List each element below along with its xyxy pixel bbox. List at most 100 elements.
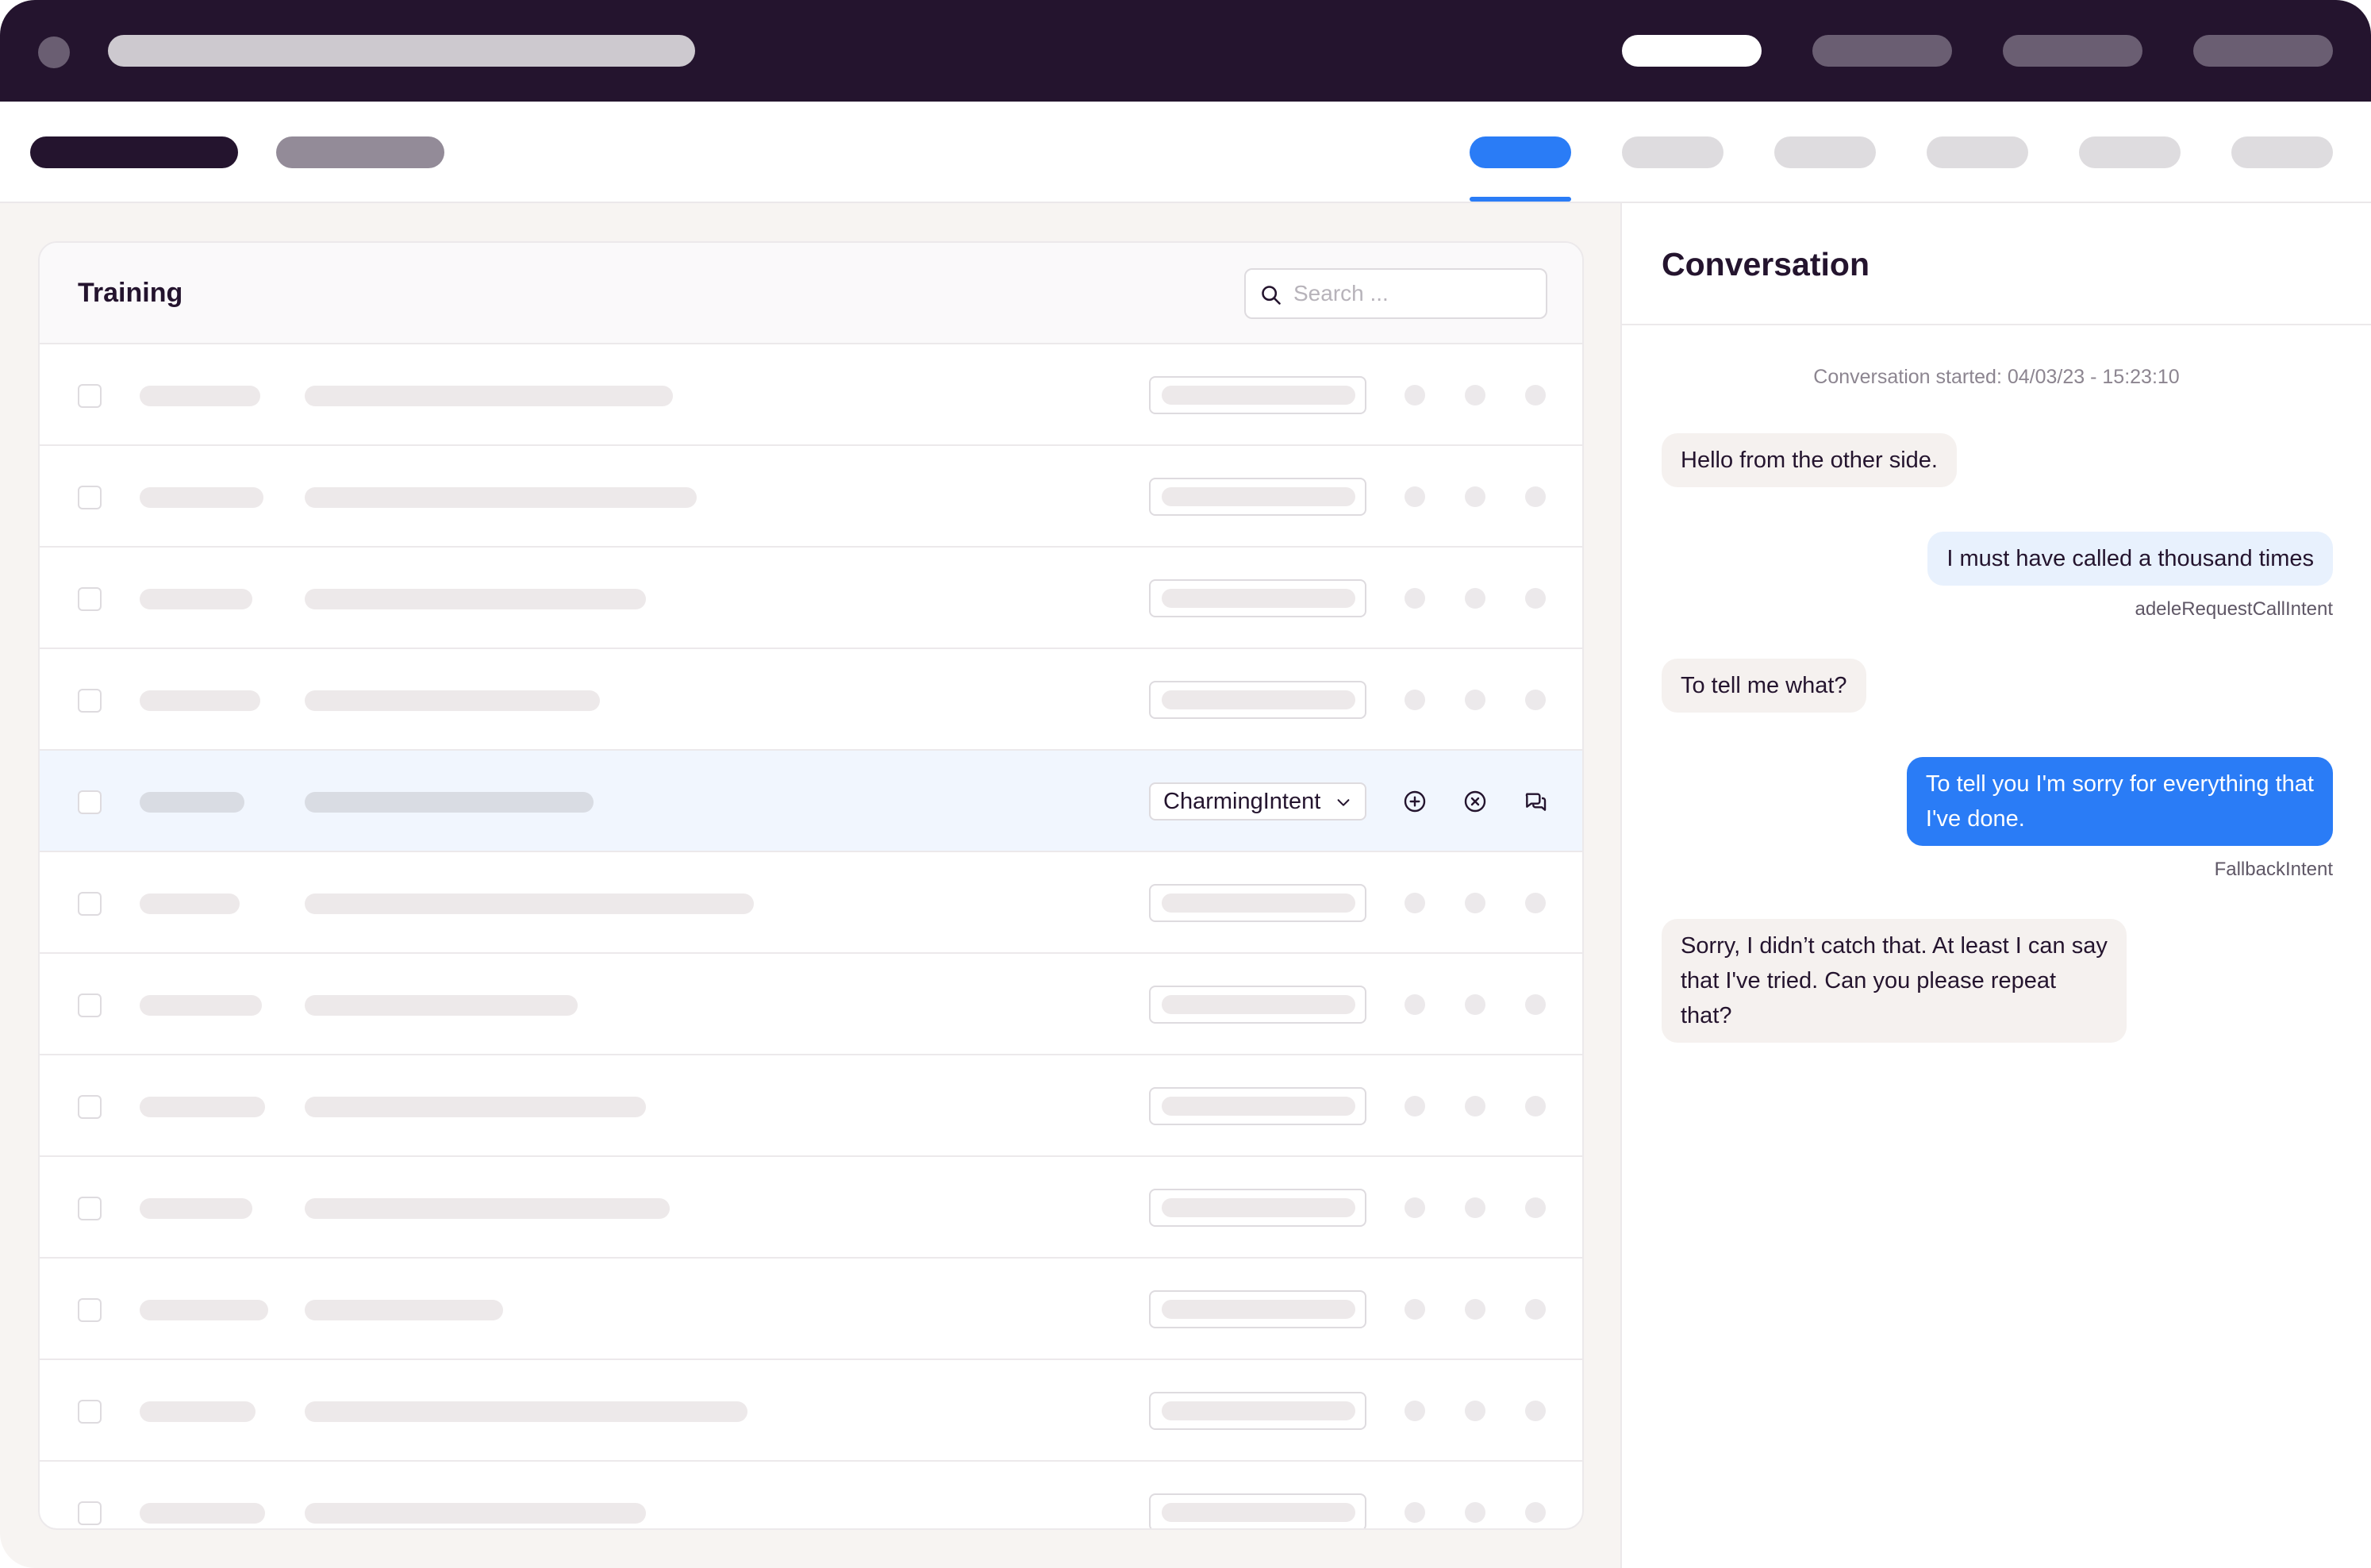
intent-placeholder — [1162, 386, 1355, 405]
intent-select[interactable] — [1149, 1493, 1366, 1528]
row-id-placeholder — [140, 1097, 265, 1117]
row-action-remove[interactable] — [1465, 1502, 1485, 1523]
training-card-header: Training — [40, 243, 1582, 344]
tab[interactable] — [2079, 136, 2181, 168]
row-action-remove[interactable] — [1465, 1299, 1485, 1320]
row-action-add[interactable] — [1405, 1401, 1425, 1421]
row-action-remove[interactable] — [1465, 1096, 1485, 1116]
row-action-remove[interactable] — [1465, 486, 1485, 507]
intent-select[interactable] — [1149, 1392, 1366, 1430]
row-action-remove[interactable] — [1465, 1197, 1485, 1218]
training-card: Training Search ... CharmingIntent — [38, 241, 1584, 1530]
search-input[interactable] — [1293, 278, 1531, 309]
top-nav-item[interactable] — [2193, 35, 2333, 67]
row-id-placeholder — [140, 1300, 268, 1320]
row-action-add[interactable] — [1405, 588, 1425, 609]
row-action-add[interactable] — [1405, 385, 1425, 405]
table-row[interactable] — [40, 344, 1582, 446]
message-incoming: Hello from the other side. — [1662, 433, 1957, 487]
tab[interactable] — [2231, 136, 2333, 168]
plus-circle-icon[interactable] — [1402, 789, 1428, 814]
row-checkbox[interactable] — [78, 1095, 102, 1119]
table-row[interactable] — [40, 954, 1582, 1055]
tab[interactable] — [1622, 136, 1723, 168]
table-row[interactable] — [40, 1259, 1582, 1360]
intent-select[interactable] — [1149, 1087, 1366, 1125]
row-action-conversation[interactable] — [1525, 385, 1546, 405]
intent-select[interactable] — [1149, 884, 1366, 922]
row-action-add[interactable] — [1405, 994, 1425, 1015]
intent-select[interactable] — [1149, 478, 1366, 516]
top-nav-item-active[interactable] — [1622, 35, 1762, 67]
chat-bubbles-icon[interactable] — [1523, 789, 1548, 814]
close-circle-icon[interactable] — [1462, 789, 1488, 814]
row-checkbox[interactable] — [78, 993, 102, 1017]
tab[interactable] — [1774, 136, 1876, 168]
table-row[interactable] — [40, 1360, 1582, 1462]
row-action-add[interactable] — [1405, 1096, 1425, 1116]
row-action-add[interactable] — [1405, 1197, 1425, 1218]
row-checkbox[interactable] — [78, 587, 102, 611]
intent-select[interactable] — [1149, 579, 1366, 617]
intent-select[interactable]: CharmingIntent — [1149, 782, 1366, 821]
row-action-conversation[interactable] — [1525, 1096, 1546, 1116]
intent-select[interactable] — [1149, 681, 1366, 719]
table-row[interactable] — [40, 852, 1582, 954]
intent-select[interactable] — [1149, 376, 1366, 414]
row-checkbox[interactable] — [78, 1501, 102, 1525]
row-action-remove[interactable] — [1465, 385, 1485, 405]
row-action-conversation[interactable] — [1525, 486, 1546, 507]
row-checkbox[interactable] — [78, 892, 102, 916]
row-action-add[interactable] — [1405, 1299, 1425, 1320]
table-row[interactable] — [40, 1462, 1582, 1528]
row-action-conversation[interactable] — [1525, 588, 1546, 609]
address-bar-placeholder[interactable] — [108, 35, 695, 67]
row-action-remove[interactable] — [1465, 588, 1485, 609]
row-action-conversation[interactable] — [1525, 1197, 1546, 1218]
intent-select[interactable] — [1149, 1189, 1366, 1227]
row-action-add[interactable] — [1405, 690, 1425, 710]
tab-active[interactable] — [1470, 136, 1571, 168]
row-action-conversation[interactable] — [1525, 994, 1546, 1015]
row-checkbox[interactable] — [78, 790, 102, 814]
row-action-conversation[interactable] — [1525, 1401, 1546, 1421]
search-box[interactable] — [1244, 268, 1547, 319]
row-action-remove[interactable] — [1465, 690, 1485, 710]
row-action-remove[interactable] — [1465, 893, 1485, 913]
row-action-remove[interactable] — [1465, 994, 1485, 1015]
window-control-dot[interactable] — [38, 37, 70, 68]
row-id-placeholder — [140, 589, 252, 609]
row-action-add[interactable] — [1405, 486, 1425, 507]
conversation-started-timestamp: Conversation started: 04/03/23 - 15:23:1… — [1813, 366, 2180, 388]
top-nav-item[interactable] — [2003, 35, 2142, 67]
breadcrumb-primary[interactable] — [30, 136, 238, 168]
row-action-conversation[interactable] — [1525, 1299, 1546, 1320]
intent-select[interactable] — [1149, 1290, 1366, 1328]
row-action-add[interactable] — [1405, 893, 1425, 913]
top-nav-item[interactable] — [1812, 35, 1952, 67]
breadcrumb-secondary[interactable] — [276, 136, 444, 168]
row-checkbox[interactable] — [78, 1197, 102, 1220]
message-incoming: Sorry, I didn’t catch that. At least I c… — [1662, 919, 2127, 1043]
conversation-header: Conversation — [1622, 203, 2371, 325]
row-action-conversation[interactable] — [1525, 893, 1546, 913]
table-row[interactable] — [40, 1055, 1582, 1157]
table-row[interactable] — [40, 649, 1582, 751]
table-row[interactable] — [40, 548, 1582, 649]
row-checkbox[interactable] — [78, 1400, 102, 1424]
top-bar — [0, 0, 2371, 102]
row-action-conversation[interactable] — [1525, 690, 1546, 710]
intent-select[interactable] — [1149, 986, 1366, 1024]
table-row[interactable] — [40, 1157, 1582, 1259]
row-checkbox[interactable] — [78, 486, 102, 509]
row-action-remove[interactable] — [1465, 1401, 1485, 1421]
table-row[interactable] — [40, 446, 1582, 548]
row-checkbox[interactable] — [78, 1298, 102, 1322]
table-row-selected[interactable]: CharmingIntent — [40, 751, 1582, 852]
tab[interactable] — [1927, 136, 2028, 168]
row-action-conversation[interactable] — [1525, 1502, 1546, 1523]
row-checkbox[interactable] — [78, 384, 102, 408]
row-action-add[interactable] — [1405, 1502, 1425, 1523]
row-checkbox[interactable] — [78, 689, 102, 713]
message-intent-label: adeleRequestCallIntent — [2135, 598, 2333, 620]
